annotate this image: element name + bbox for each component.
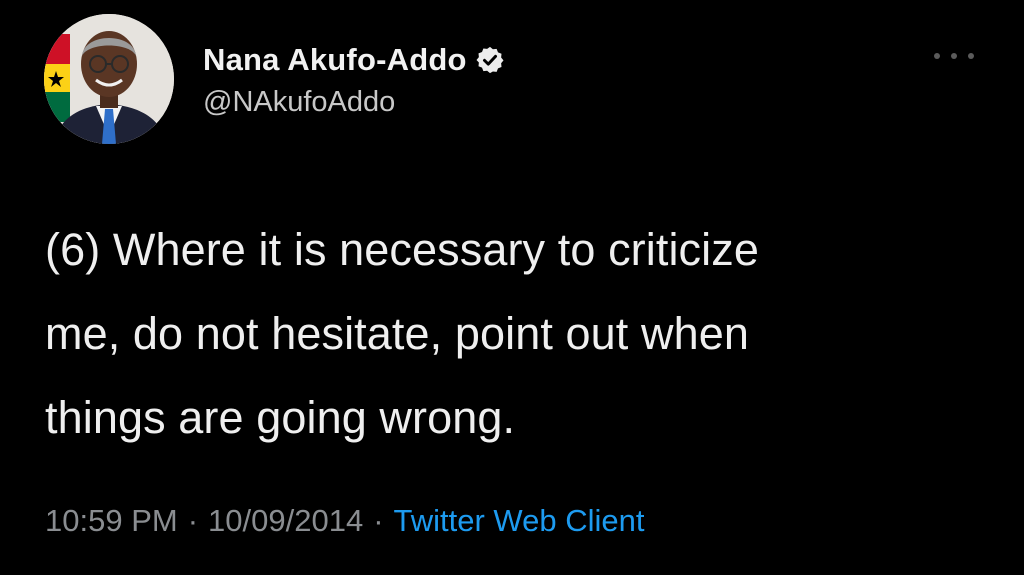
author-handle[interactable]: @NAkufoAddo xyxy=(203,86,395,119)
tweet-client-link[interactable]: Twitter Web Client xyxy=(394,503,645,538)
more-dot xyxy=(934,53,940,59)
tweet-text-line: me, do not hesitate, point out when xyxy=(45,308,749,359)
more-dot xyxy=(968,53,974,59)
tweet-card: Nana Akufo-Addo @NAkufoAddo (6) Where it… xyxy=(0,0,1024,575)
more-dot xyxy=(951,53,957,59)
author-name-row: Nana Akufo-Addo xyxy=(203,40,505,80)
verified-badge-icon xyxy=(475,45,505,75)
avatar-image xyxy=(44,14,174,144)
tweet-text-line: (6) Where it is necessary to criticize xyxy=(45,224,759,275)
author-display-name[interactable]: Nana Akufo-Addo xyxy=(203,42,467,78)
tweet-text: (6) Where it is necessary to criticize m… xyxy=(45,208,945,460)
tweet-metadata: 10:59 PM · 10/09/2014 · Twitter Web Client xyxy=(45,503,644,539)
more-options-icon[interactable] xyxy=(934,46,974,66)
tweet-time[interactable]: 10:59 PM xyxy=(45,503,178,538)
meta-separator: · xyxy=(373,503,384,538)
tweet-text-line: things are going wrong. xyxy=(45,392,516,443)
meta-separator: · xyxy=(187,503,199,538)
profile-avatar[interactable] xyxy=(44,14,174,144)
tweet-date[interactable]: 10/09/2014 xyxy=(208,503,363,538)
